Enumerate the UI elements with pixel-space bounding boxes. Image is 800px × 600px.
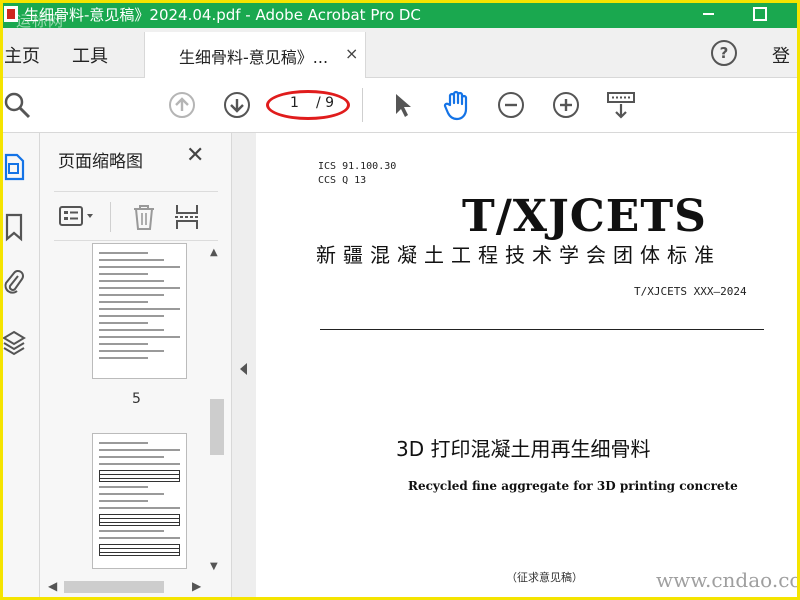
page-thumbnail-6[interactable] — [92, 433, 187, 569]
standard-number: T/XJCETS XXX—2024 — [634, 285, 747, 298]
title-bar: 生细骨料-意见稿》2024.04.pdf - Adobe Acrobat Pro… — [0, 0, 800, 30]
toolbar: 1 / 9 — [0, 78, 800, 133]
organization-name: 新疆混凝土工程技术学会团体标准 — [316, 243, 721, 267]
standard-code: T/XJCETS — [462, 191, 707, 242]
ics-code: ICS 91.100.30 — [318, 161, 397, 172]
delete-icon[interactable] — [130, 202, 158, 232]
document-tab-label: 生细骨料-意见稿》... — [179, 48, 329, 67]
zoom-in-icon[interactable] — [551, 90, 581, 120]
watermark-url: www.cndao.com — [656, 568, 800, 592]
attachment-icon[interactable] — [0, 267, 28, 299]
header-rule — [320, 329, 764, 330]
next-page-icon[interactable] — [222, 90, 252, 120]
vertical-scroll-thumb[interactable] — [210, 399, 224, 455]
thumbnails-panel-title: 页面缩略图 — [58, 152, 143, 172]
scroll-left-arrow-icon[interactable]: ◀ — [48, 579, 57, 593]
thumbnails-panel: 页面缩略图 ✕ 5 ▲ ▼ ◀ ▶ — [40, 133, 232, 600]
document-title-chinese: 3D 打印混凝土用再生细骨料 — [396, 437, 651, 461]
page-number-field[interactable]: 1 / 9 — [266, 90, 350, 120]
tab-home[interactable]: 主页 — [4, 42, 40, 68]
scroll-up-arrow-icon[interactable]: ▲ — [210, 247, 218, 258]
sign-in-button[interactable]: 登 — [772, 42, 790, 68]
bookmark-icon[interactable] — [0, 211, 28, 243]
minimize-button[interactable] — [688, 0, 728, 28]
scroll-down-arrow-icon[interactable]: ▼ — [210, 561, 218, 572]
thumbnail-list: 5 — [40, 243, 232, 578]
toolbar-divider — [362, 88, 363, 122]
thumbnail-horizontal-scrollbar[interactable]: ◀ ▶ — [46, 579, 206, 595]
collapse-panel-icon[interactable] — [240, 363, 247, 375]
thumbnail-options-icon[interactable] — [58, 204, 98, 230]
ccs-code: CCS Q 13 — [318, 175, 367, 186]
highlight-ellipse — [266, 90, 350, 120]
draft-label: （征求意见稿） — [506, 571, 583, 584]
document-tab[interactable]: 生细骨料-意见稿》... × — [144, 32, 366, 78]
select-cursor-icon[interactable] — [388, 90, 416, 120]
tab-bar: 主页 工具 生细骨料-意见稿》... × ? 登 — [0, 28, 800, 78]
window-title: 生细骨料-意见稿》2024.04.pdf - Adobe Acrobat Pro… — [24, 5, 421, 24]
zoom-out-icon[interactable] — [496, 90, 526, 120]
tab-tools[interactable]: 工具 — [72, 42, 108, 68]
document-viewport[interactable]: ICS 91.100.30 CCS Q 13 T/XJCETS 新疆混凝土工程技… — [256, 133, 800, 600]
page-thumbnail-5[interactable] — [92, 243, 187, 379]
thumbnail-toolbar — [54, 191, 218, 241]
navigation-rail — [0, 133, 40, 600]
panel-splitter[interactable] — [232, 133, 256, 600]
previous-page-icon[interactable] — [167, 90, 197, 120]
thumbnail-toolbar-divider — [110, 202, 111, 232]
search-icon[interactable] — [2, 90, 32, 120]
help-icon[interactable]: ? — [711, 40, 737, 66]
page-thumbnails-icon[interactable] — [0, 151, 28, 183]
horizontal-scroll-thumb[interactable] — [64, 581, 164, 593]
maximize-button[interactable] — [740, 0, 780, 28]
close-tab-icon[interactable]: × — [345, 44, 358, 63]
document-title-english: Recycled fine aggregate for 3D printing … — [408, 479, 738, 493]
insert-page-icon[interactable] — [172, 202, 202, 232]
keyboard-download-icon[interactable] — [605, 90, 637, 120]
thumbnail-page-number: 5 — [132, 391, 141, 407]
close-panel-icon[interactable]: ✕ — [186, 143, 204, 168]
thumbnail-vertical-scrollbar[interactable]: ▲ ▼ — [208, 243, 224, 578]
layers-icon[interactable] — [0, 327, 28, 359]
hand-tool-icon[interactable] — [440, 88, 472, 122]
scroll-right-arrow-icon[interactable]: ▶ — [192, 579, 201, 593]
